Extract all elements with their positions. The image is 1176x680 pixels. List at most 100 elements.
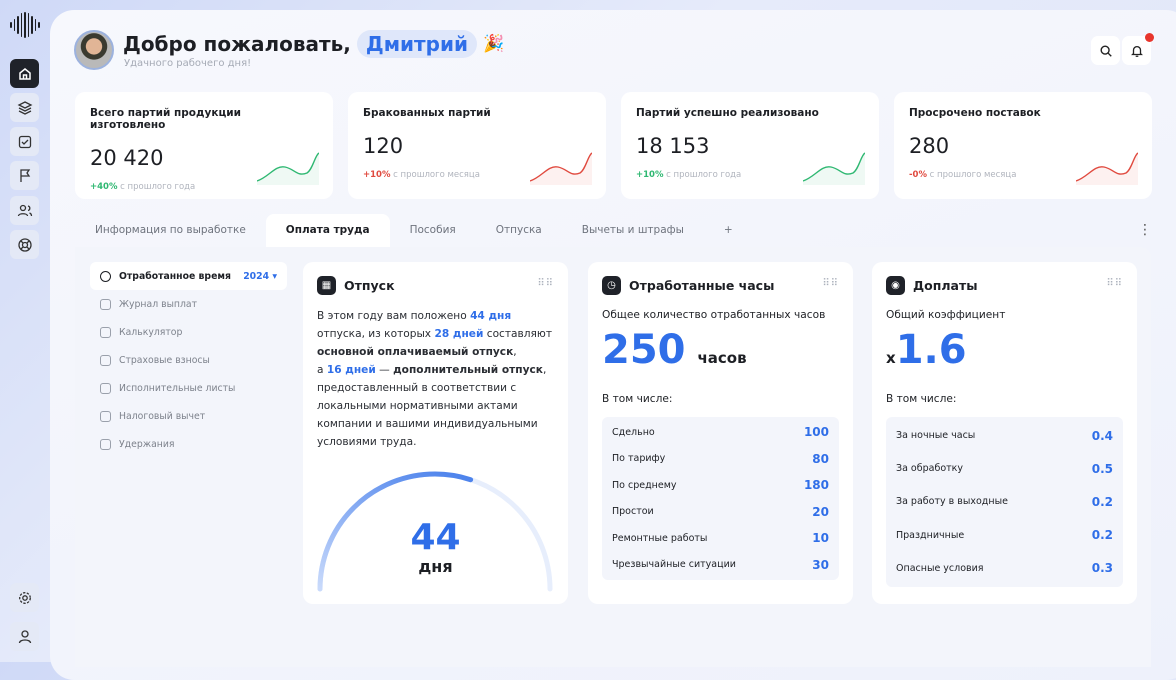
row-label: За работу в выходные <box>896 496 1008 508</box>
sparkline <box>803 152 865 185</box>
list-item: По среднему 180 <box>612 472 829 499</box>
nav-home-button[interactable] <box>10 59 39 88</box>
list-item: За ночные часы 0.4 <box>896 419 1113 452</box>
row-value: 10 <box>812 531 829 546</box>
tab-payroll[interactable]: Оплата труда <box>265 214 390 247</box>
nav-users-button[interactable] <box>10 196 39 225</box>
vacation-card: ▦ Отпуск ⠿⠿ В этом году вам положено 44 д… <box>303 262 568 604</box>
row-value: 80 <box>812 451 829 466</box>
menu-item-calculator[interactable]: Калькулятор <box>90 318 287 346</box>
list-item: Чрезвычайные ситуации 30 <box>612 552 829 579</box>
sparkline <box>1076 152 1138 185</box>
list-item: Опасные условия 0.3 <box>896 552 1113 585</box>
stat-card[interactable]: Партий успешно реализовано 18 153 +10% с… <box>621 92 879 199</box>
vacation-description: В этом году вам положено 44 дня отпуска,… <box>317 310 553 448</box>
coef-prefix: x <box>886 349 896 367</box>
row-label: По тарифу <box>612 453 666 465</box>
menu-item-worked-time[interactable]: Отработанное время 2024 ▾ <box>90 262 287 290</box>
subtitle: Удачного рабочего дня! <box>124 58 252 69</box>
stat-card[interactable]: Бракованных партий 120 +10% с прошлого м… <box>348 92 606 199</box>
bell-icon <box>1130 45 1143 57</box>
row-label: За ночные часы <box>896 430 976 442</box>
row-value: 180 <box>803 478 829 493</box>
list-item: Простои 20 <box>612 499 829 526</box>
layers-icon <box>17 100 32 115</box>
year-value: 2024 <box>243 270 270 282</box>
stat-title: Просрочено поставок <box>909 107 1041 119</box>
row-value: 100 <box>803 425 829 440</box>
greeting-text: Добро пожаловать, <box>123 32 351 56</box>
tab-benefits[interactable]: Пособия <box>390 214 476 247</box>
nav-support-button[interactable] <box>10 230 39 259</box>
menu-label: Налоговый вычет <box>119 410 206 422</box>
stat-card[interactable]: Просрочено поставок 280 -0% с прошлого м… <box>894 92 1152 199</box>
coef-label: Общий коэффициент <box>886 309 1006 321</box>
nav-flag-button[interactable] <box>10 161 39 190</box>
drag-handle-icon[interactable]: ⠿⠿ <box>537 278 554 289</box>
menu-item-payments-log[interactable]: Журнал выплат <box>90 290 287 318</box>
menu-item-withholdings[interactable]: Удержания <box>90 430 287 458</box>
menu-item-insurance[interactable]: Страховые взносы <box>90 346 287 374</box>
more-options-icon[interactable]: ⋮ <box>1138 222 1152 238</box>
menu-label: Исполнительные листы <box>119 382 236 394</box>
card-title: Отработанные часы <box>629 278 775 293</box>
notifications-button[interactable] <box>1122 33 1154 65</box>
drag-handle-icon[interactable]: ⠿⠿ <box>822 278 839 289</box>
stat-title: Партий успешно реализовано <box>636 107 819 119</box>
menu-label: Калькулятор <box>119 326 183 338</box>
profile-button[interactable] <box>10 622 39 651</box>
search-icon <box>1099 44 1112 57</box>
home-icon <box>18 67 31 80</box>
settings-button[interactable] <box>10 583 39 612</box>
menu-label: Журнал выплат <box>119 298 198 310</box>
search-button[interactable] <box>1091 36 1120 65</box>
logo-icon <box>9 12 41 38</box>
coef-total: 1.6 <box>895 327 967 373</box>
menu-label: Удержания <box>119 438 175 450</box>
receipt-icon <box>100 298 111 310</box>
tab-vacations[interactable]: Отпуска <box>476 214 562 247</box>
list-item: Ремонтные работы 10 <box>612 525 829 552</box>
row-value: 0.2 <box>1091 528 1113 543</box>
extra-breakdown: За ночные часы 0.4 За обработку 0.5 За работ… <box>886 417 1123 587</box>
user-name: Дмитрий <box>356 30 477 58</box>
sparkline <box>257 152 319 185</box>
gauge-unit: дня <box>418 557 453 576</box>
percent-icon <box>100 410 111 422</box>
stat-card[interactable]: Всего партий продукции изготовлено 20 42… <box>75 92 333 199</box>
list-item: Праздничные 0.2 <box>896 519 1113 552</box>
notification-dot <box>1145 33 1154 42</box>
row-value: 0.2 <box>1091 494 1113 509</box>
tab-production[interactable]: Информация по выработке <box>75 214 266 247</box>
document-icon <box>100 382 111 394</box>
nav-tasks-button[interactable] <box>10 127 39 156</box>
avatar[interactable] <box>74 30 114 70</box>
list-item: За обработку 0.5 <box>896 452 1113 485</box>
stat-title: Бракованных партий <box>363 107 491 119</box>
list-item: По тарифу 80 <box>612 446 829 473</box>
add-tab-button[interactable]: + <box>704 214 753 247</box>
row-value: 30 <box>812 557 829 572</box>
stat-title: Всего партий продукции изготовлено <box>90 107 241 131</box>
year-select[interactable]: 2024 ▾ <box>243 271 277 282</box>
row-label: Простои <box>612 506 654 518</box>
gear-icon <box>18 591 31 604</box>
flag-icon <box>19 168 30 182</box>
menu-label: Страховые взносы <box>119 354 210 366</box>
hours-label: Общее количество отработанных часов <box>602 309 826 321</box>
row-label: По среднему <box>612 479 677 491</box>
row-label: Праздничные <box>896 529 965 541</box>
drag-handle-icon[interactable]: ⠿⠿ <box>1106 278 1123 289</box>
lifebuoy-icon <box>17 237 32 252</box>
tabs: Информация по выработке Оплата труда Пос… <box>75 214 753 247</box>
sparkline <box>530 152 592 185</box>
tab-deductions[interactable]: Вычеты и штрафы <box>562 214 704 247</box>
sidebar-rail <box>0 0 50 662</box>
database-icon <box>100 354 111 366</box>
card-title: Отпуск <box>344 278 395 293</box>
hours-total: 250 <box>602 327 686 373</box>
menu-label: Отработанное время <box>119 270 231 282</box>
menu-item-writs[interactable]: Исполнительные листы <box>90 374 287 402</box>
nav-layers-button[interactable] <box>10 93 39 122</box>
menu-item-tax-deduction[interactable]: Налоговый вычет <box>90 402 287 430</box>
